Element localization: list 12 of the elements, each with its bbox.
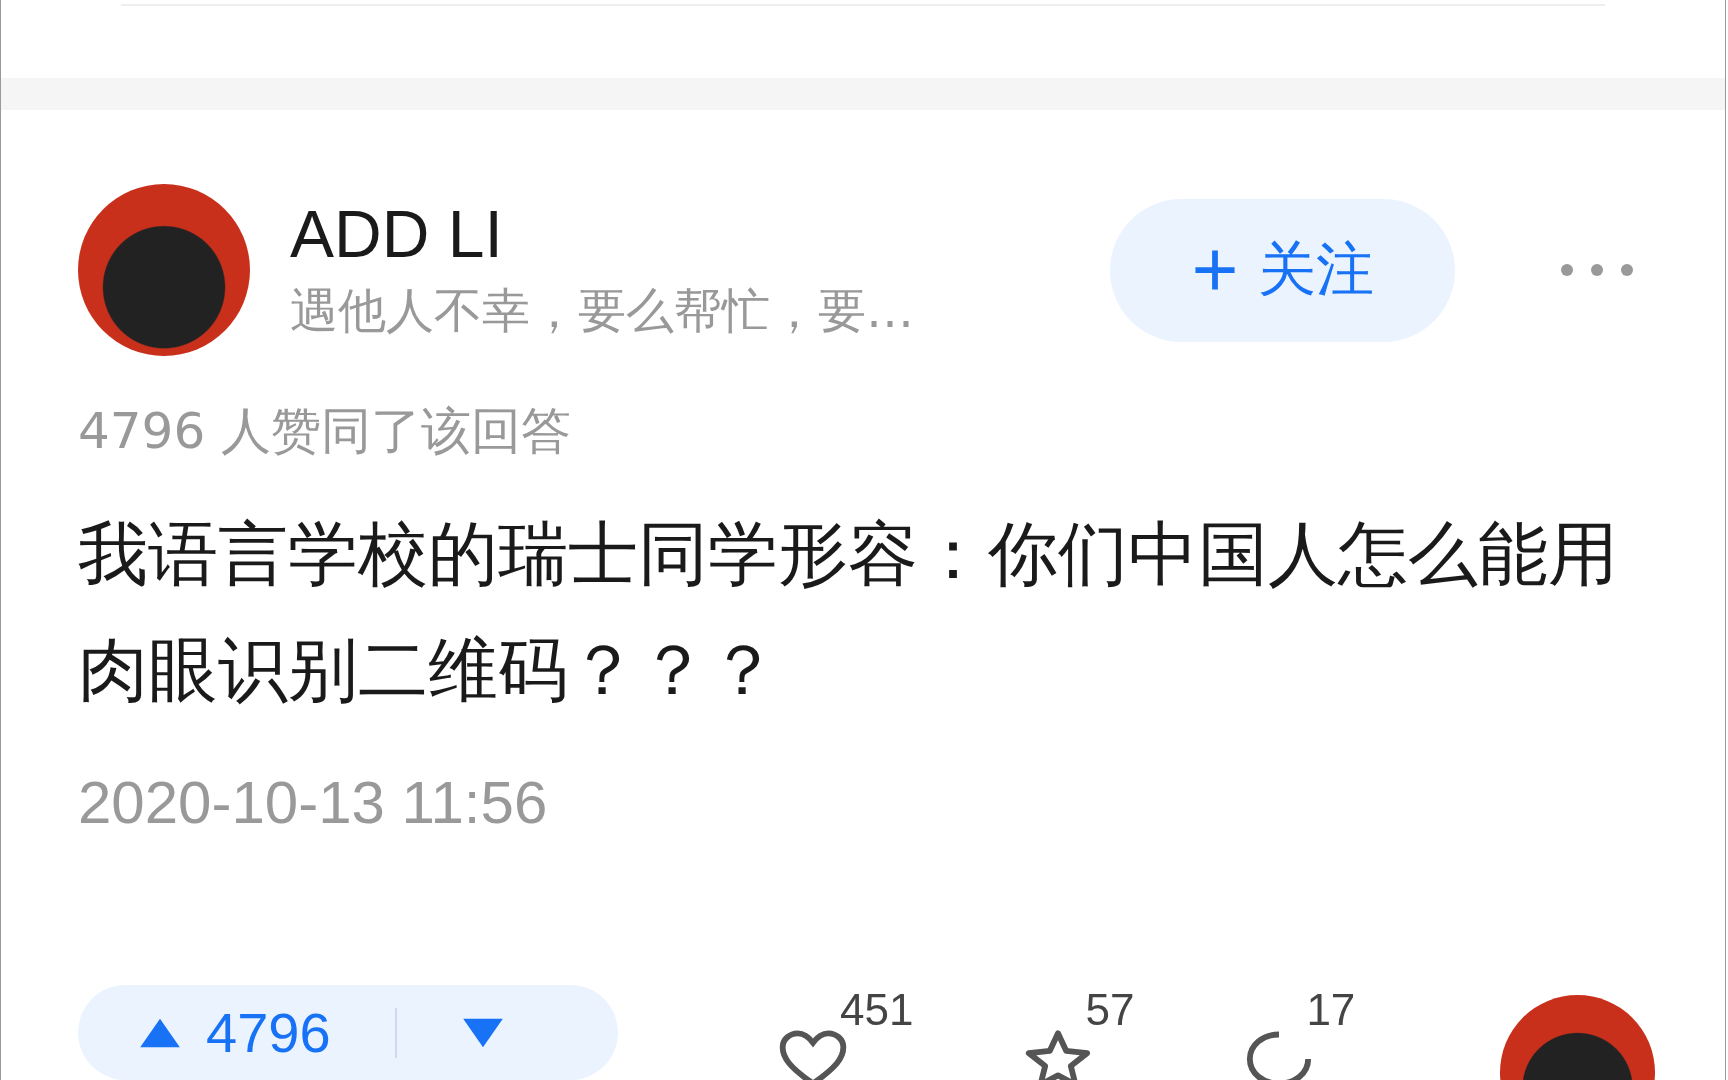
answer-text: 我语言学校的瑞士同学形容：你们中国人怎么能用肉眼识别二维码？？？ [78,512,1619,713]
follow-button[interactable]: 关注 [1110,198,1455,342]
heart-icon[interactable] [778,1029,848,1080]
agree-summary: 4796 人赞同了该回答 [78,401,573,462]
action-count: 451 [840,985,914,1035]
action-count: 17 [1306,985,1356,1035]
more-icon[interactable] [1559,262,1635,278]
upvote-count[interactable]: 4796 [206,1000,331,1065]
author-bio: 遇他人不幸，要么帮忙，要… [290,281,915,340]
author-name[interactable]: ADD LI [290,194,1100,274]
action-count: 57 [1085,985,1135,1035]
answer-date: 2020-10-13 11:56 [78,768,549,838]
